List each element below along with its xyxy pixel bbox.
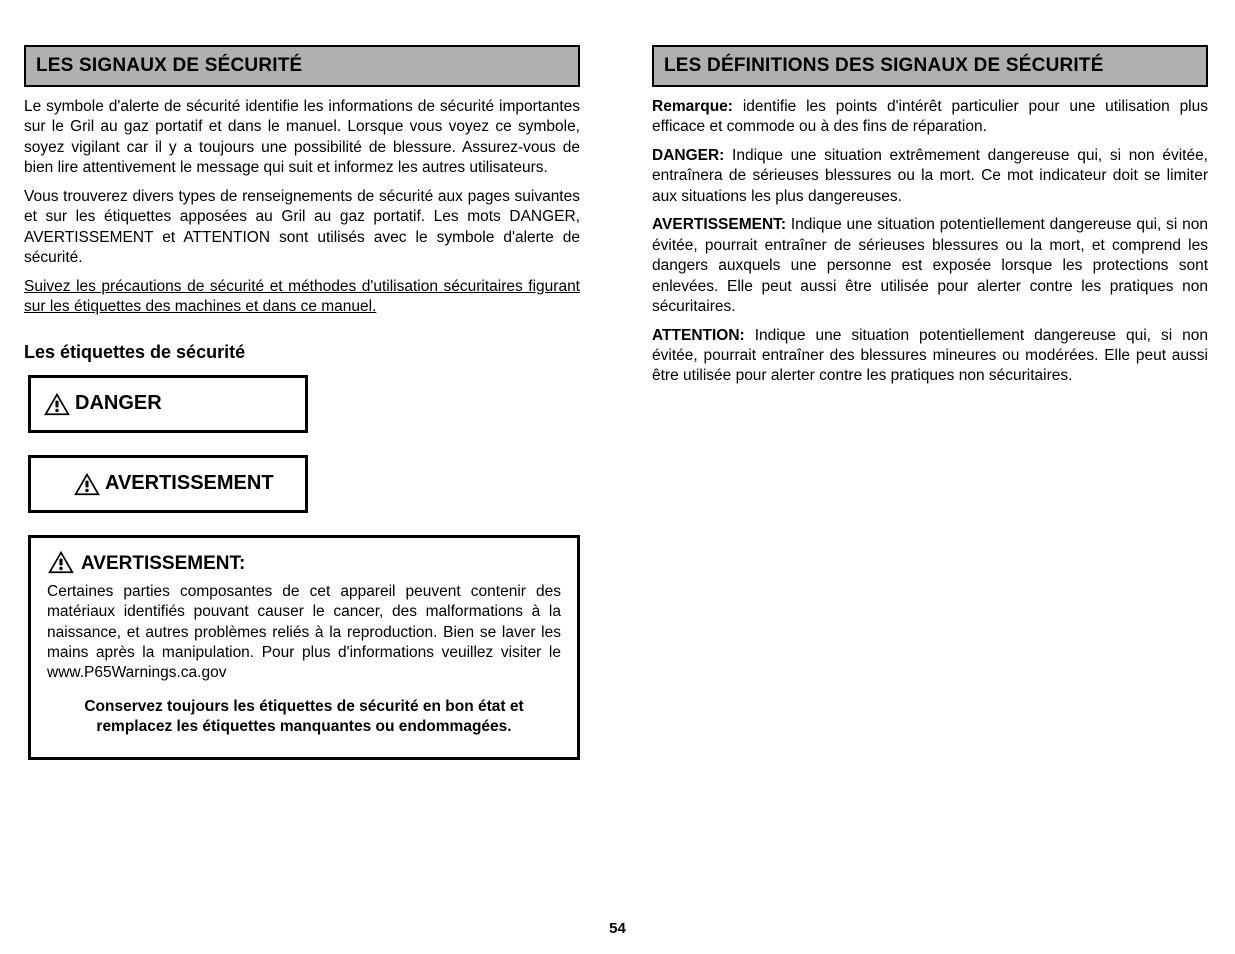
left-para-3-underline: Suivez les précautions de sécurité et mé… (24, 278, 580, 315)
labels-heading: Les étiquettes de sécurité (24, 342, 580, 363)
danger-def-para: DANGER: Indique une situation extrêmemen… (652, 146, 1208, 207)
note-label: Remarque: (652, 98, 733, 115)
section-header-right-text: LES DÉFINITIONS DES SIGNAUX DE SÉCURITÉ (664, 55, 1104, 77)
danger-label-box: DANGER (28, 375, 308, 433)
section-header-left-text: LES SIGNAUX DE SÉCURITÉ (36, 55, 302, 77)
avert-def-para: AVERTISSEMENT: Indique une situation pot… (652, 215, 1208, 317)
danger-def-label: DANGER: (652, 147, 724, 164)
page-number: 54 (0, 920, 1235, 937)
avertissement-label-text: AVERTISSEMENT (105, 472, 274, 495)
note-text: identifie les points d'intérêt particuli… (652, 98, 1208, 135)
left-column: LES SIGNAUX DE SÉCURITÉ Le symbole d'ale… (24, 45, 580, 780)
section-header-right: LES DÉFINITIONS DES SIGNAUX DE SÉCURITÉ (652, 45, 1208, 87)
alert-triangle-icon (47, 550, 75, 574)
alert-triangle-icon (43, 392, 71, 416)
avertissement-label-box: AVERTISSEMENT (28, 455, 308, 513)
section-header-left: LES SIGNAUX DE SÉCURITÉ (24, 45, 580, 87)
avert-def-label: AVERTISSEMENT: (652, 216, 786, 233)
left-para-3: Suivez les précautions de sécurité et mé… (24, 277, 580, 318)
attn-def-para: ATTENTION: Indique une situation potenti… (652, 326, 1208, 387)
prop65-warning-final: Conservez toujours les étiquettes de séc… (47, 697, 561, 737)
prop65-warning-body: Certaines parties composantes de cet app… (47, 582, 561, 683)
prop65-warning-title: AVERTISSEMENT: (81, 552, 245, 577)
prop65-warning-box: AVERTISSEMENT: Certaines parties composa… (28, 535, 580, 761)
attn-def-label: ATTENTION: (652, 327, 745, 344)
left-para-2: Vous trouverez divers types de renseigne… (24, 187, 580, 269)
danger-label-text: DANGER (75, 392, 162, 415)
note-para: Remarque: identifie les points d'intérêt… (652, 97, 1208, 138)
right-column: LES DÉFINITIONS DES SIGNAUX DE SÉCURITÉ … (652, 45, 1208, 395)
left-para-1: Le symbole d'alerte de sécurité identifi… (24, 97, 580, 179)
alert-triangle-icon (73, 472, 101, 496)
danger-def-text: Indique une situation extrêmement danger… (652, 147, 1208, 205)
